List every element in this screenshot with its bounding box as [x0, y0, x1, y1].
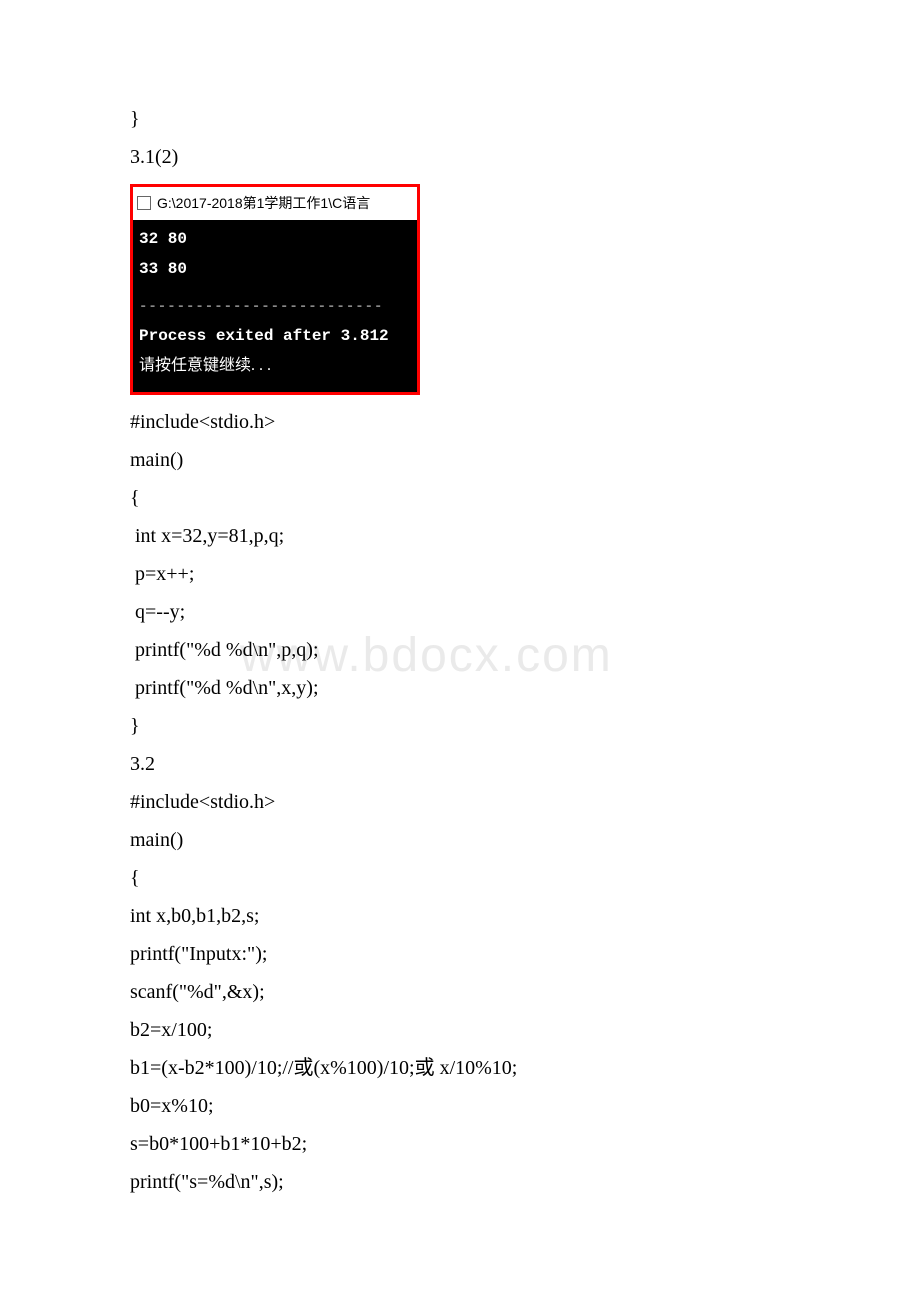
- code-text: scanf("%d",&x);: [130, 973, 790, 1011]
- code-text: #include<stdio.h>: [130, 783, 790, 821]
- code-text: b0=x%10;: [130, 1087, 790, 1125]
- section-label: 3.1(2): [130, 138, 790, 176]
- code-text: printf("%d %d\n",x,y);: [130, 669, 790, 707]
- document-content: www.bdocx.com } 3.1(2) G:\2017-2018第1学期工…: [130, 100, 790, 1201]
- code-text: main(): [130, 441, 790, 479]
- code-text: {: [130, 479, 790, 517]
- window-title: G:\2017-2018第1学期工作1\C语言: [157, 190, 370, 217]
- window-titlebar: G:\2017-2018第1学期工作1\C语言: [133, 187, 417, 220]
- code-text: int x=32,y=81,p,q;: [130, 517, 790, 555]
- code-text: printf("Inputx:");: [130, 935, 790, 973]
- prompt-line: 请按任意键继续. . .: [139, 351, 411, 381]
- code-text: s=b0*100+b1*10+b2;: [130, 1125, 790, 1163]
- code-text: main(): [130, 821, 790, 859]
- code-text: {: [130, 859, 790, 897]
- code-text: q=--y;: [130, 593, 790, 631]
- code-text: }: [130, 100, 790, 138]
- output-line: 33 80: [139, 254, 411, 284]
- exit-line: Process exited after 3.812: [139, 321, 411, 351]
- console-screenshot: G:\2017-2018第1学期工作1\C语言 32 80 33 80 ----…: [130, 184, 420, 395]
- code-text: b2=x/100;: [130, 1011, 790, 1049]
- section-label: 3.2: [130, 745, 790, 783]
- code-text: int x,b0,b1,b2,s;: [130, 897, 790, 935]
- app-icon: [137, 196, 151, 210]
- console-output: 32 80 33 80 -------------------------- P…: [133, 220, 417, 392]
- code-text: printf("%d %d\n",p,q);: [130, 631, 790, 669]
- code-text: }: [130, 707, 790, 745]
- output-line: 32 80: [139, 224, 411, 254]
- code-text: #include<stdio.h>: [130, 403, 790, 441]
- code-text: p=x++;: [130, 555, 790, 593]
- code-text: printf("s=%d\n",s);: [130, 1163, 790, 1201]
- code-text: b1=(x-b2*100)/10;//或(x%100)/10;或 x/10%10…: [130, 1049, 790, 1087]
- divider: --------------------------: [139, 294, 411, 321]
